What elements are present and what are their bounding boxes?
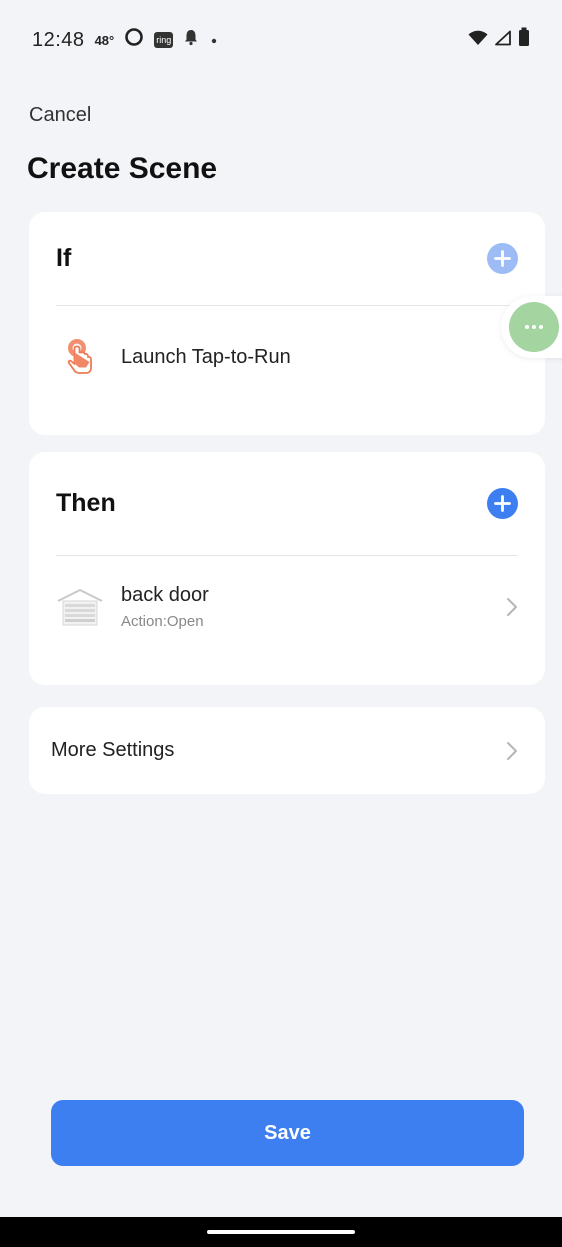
action-device-name: back door [121,584,209,606]
condition-label: Launch Tap-to-Run [121,345,291,368]
status-left: 12:48 48° ring [32,27,219,53]
home-indicator[interactable] [207,1230,355,1234]
tap-hand-icon [56,333,104,381]
chevron-right-icon [506,597,518,617]
if-card-header: If [56,212,518,306]
condition-text: Launch Tap-to-Run [121,346,291,369]
status-temperature: 48° [94,32,115,48]
more-settings-row[interactable]: More Settings [51,707,518,794]
status-right [468,27,530,53]
bell-icon [183,28,199,52]
circle-icon [124,27,144,53]
cell-signal-icon [494,29,512,52]
plus-icon [494,250,511,267]
action-text: back door Action:Open [121,584,209,630]
action-detail: Action:Open [121,613,204,630]
navigation-bar [0,1217,562,1247]
then-section-title: Then [56,489,116,517]
more-dots-icon [509,302,559,352]
status-bar: 12:48 48° ring [0,0,562,80]
more-settings-card[interactable]: More Settings [29,707,545,794]
save-button[interactable]: Save [51,1100,524,1166]
battery-icon [518,27,530,53]
garage-door-icon [56,583,104,631]
status-time: 12:48 [32,28,85,51]
if-section-title: If [56,244,72,272]
cancel-button[interactable]: Cancel [29,104,91,127]
wifi-icon [468,29,488,52]
action-row[interactable]: back door Action:Open [56,577,518,637]
plus-icon [494,495,511,512]
page-title: Create Scene [27,152,218,185]
condition-row[interactable]: Launch Tap-to-Run [56,332,518,382]
notification-dot-icon [209,29,219,52]
if-card: If Launch Tap-to-Run [29,212,545,435]
more-settings-label: More Settings [51,739,175,761]
floating-more-button[interactable] [501,296,562,358]
then-card: Then back door Action:Open [29,452,545,685]
ring-app-icon: ring [154,32,174,48]
add-condition-button[interactable] [487,243,518,274]
chevron-right-icon [506,741,518,761]
add-action-button[interactable] [487,488,518,519]
then-card-header: Then [56,452,518,556]
